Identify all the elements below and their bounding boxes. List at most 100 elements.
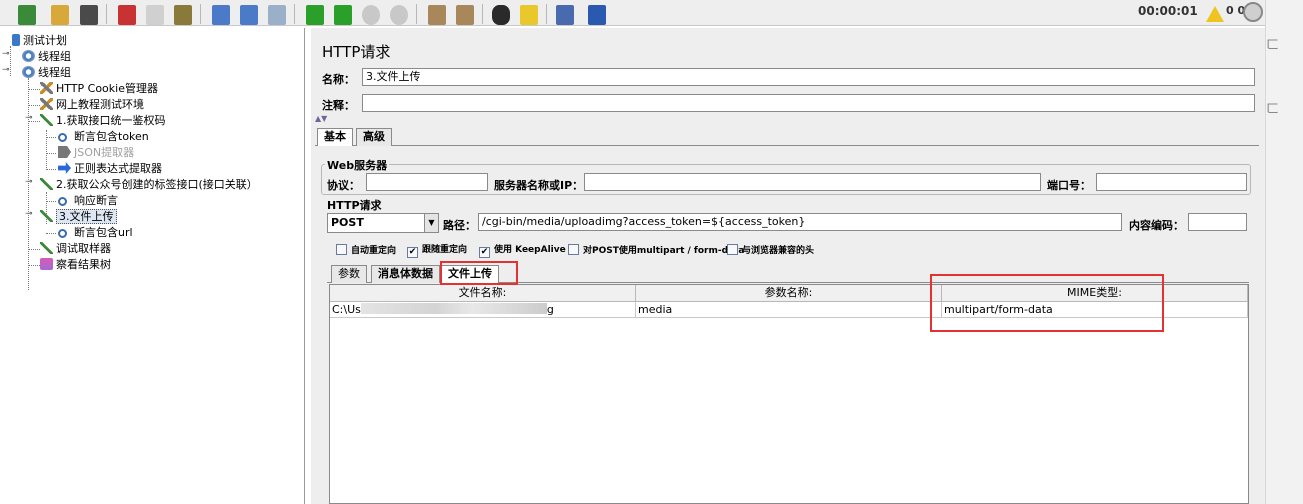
server-field[interactable] (584, 173, 1041, 191)
table-cell-param-name[interactable]: media (636, 302, 942, 318)
function-helper-icon[interactable] (556, 5, 574, 25)
tree-connector (28, 265, 40, 266)
tree-node-response-assertion[interactable]: 响应断言 (58, 193, 118, 208)
column-header-param-name[interactable]: 参数名称: (636, 285, 942, 302)
tree-node-test-env[interactable]: 网上教程测试环境 (40, 97, 144, 112)
listener-icon (40, 258, 53, 270)
config-element-icon (40, 82, 53, 94)
copy-icon[interactable] (146, 5, 164, 25)
auto-redirect-checkbox[interactable]: 自动重定向 (336, 244, 396, 258)
toolbar-separator (546, 4, 547, 24)
browser-headers-checkbox[interactable]: 与浏览器兼容的头 (727, 244, 814, 258)
collapse-toggle-icon[interactable]: ⊸ (2, 65, 10, 75)
post-processor-icon (58, 162, 71, 174)
config-element-icon (40, 98, 53, 110)
tab-advanced[interactable]: 高级 (356, 128, 392, 146)
open-icon[interactable] (51, 5, 69, 25)
cut-icon[interactable] (118, 5, 136, 25)
checkmark-icon[interactable]: ✔ (479, 247, 490, 258)
assertion-icon (58, 229, 67, 238)
multipart-checkbox[interactable]: 对POST使用multipart / form-data (568, 244, 744, 258)
redacted-path (360, 303, 547, 314)
warning-icon[interactable] (1206, 6, 1224, 22)
reset-search-icon[interactable] (520, 5, 538, 25)
clear-icon[interactable] (428, 5, 446, 25)
elapsed-time: 00:00:01 (1138, 4, 1198, 18)
save-icon[interactable] (80, 5, 98, 25)
tree-node-sampler-1[interactable]: 1.获取接口统一鉴权码 (40, 113, 166, 128)
table-cell-filename[interactable]: C:\Us g (330, 302, 636, 318)
tree-node-sampler-3[interactable]: 3.文件上传 (40, 209, 117, 224)
assertion-icon (58, 133, 67, 142)
protocol-label: 协议： (327, 179, 360, 192)
toolbar: 00:00:01 0 0/2 (0, 0, 1265, 26)
tree-node-thread-group-2[interactable]: 线程组 (22, 65, 71, 80)
path-field[interactable]: /cgi-bin/media/uploadimg?access_token=${… (478, 213, 1122, 231)
post-processor-icon (58, 146, 71, 158)
comment-label: 注释： (322, 99, 355, 112)
method-value: POST (331, 216, 364, 229)
tree-node-regex-extractor[interactable]: 正则表达式提取器 (58, 161, 162, 176)
protocol-field[interactable] (366, 173, 488, 191)
checkmark-icon[interactable]: ✔ (407, 247, 418, 258)
start-no-pause-icon[interactable] (334, 5, 352, 25)
port-field[interactable] (1096, 173, 1247, 191)
tree-node-debug-sampler[interactable]: 调试取样器 (40, 241, 111, 256)
toggle-icon[interactable] (268, 5, 286, 25)
tree-connector (10, 46, 11, 76)
tree-node-json-extractor[interactable]: JSON提取器 (58, 145, 134, 160)
background-glyph: ㄈ (1266, 102, 1280, 117)
follow-redirect-checkbox[interactable]: ✔ 跟随重定向 (407, 244, 467, 258)
collapse-toggle-icon[interactable]: ⊸ (25, 177, 33, 187)
collapse-toggle-icon[interactable]: ⊸ (25, 209, 33, 219)
stop-icon[interactable] (362, 5, 380, 25)
tab-body-data[interactable]: 消息体数据 (371, 265, 440, 283)
tree-connector (46, 169, 56, 170)
background-glyph: ㄈ (1266, 38, 1280, 53)
keepalive-checkbox[interactable]: ✔ 使用 KeepAlive (479, 244, 566, 258)
tree-node-test-plan[interactable]: 测试计划 (12, 33, 67, 48)
template-icon[interactable] (18, 5, 36, 25)
sampler-icon (40, 210, 53, 222)
encoding-field[interactable] (1188, 213, 1247, 231)
tab-parameters[interactable]: 参数 (331, 265, 367, 283)
tree-node-thread-group-1[interactable]: 线程组 (22, 49, 71, 64)
tree-node-assert-url[interactable]: 断言包含url (58, 225, 133, 240)
collapse-toggle-icon[interactable]: ⊸ (25, 113, 33, 123)
tree-connector (28, 89, 40, 90)
checkbox-box[interactable] (336, 244, 347, 255)
column-header-filename[interactable]: 文件名称: (330, 285, 636, 302)
start-icon[interactable] (306, 5, 324, 25)
clear-all-icon[interactable] (456, 5, 474, 25)
sampler-icon (40, 242, 53, 254)
panel-title: HTTP请求 (322, 43, 391, 61)
shutdown-icon[interactable] (390, 5, 408, 25)
tab-baseline (315, 145, 1259, 146)
tree-node-assert-token[interactable]: 断言包含token (58, 129, 149, 144)
collapse-icon[interactable] (240, 5, 258, 25)
tree-connector (46, 201, 56, 202)
name-label: 名称： (322, 73, 355, 86)
paste-icon[interactable] (174, 5, 192, 25)
tree-node-sampler-2[interactable]: 2.获取公众号创建的标签接口(接口关联） (40, 177, 258, 192)
chevron-down-icon[interactable]: ▼ (424, 214, 438, 232)
splitter-handle-icon[interactable]: ▲▼ (315, 114, 327, 123)
search-icon[interactable] (492, 5, 510, 25)
sampler-icon (40, 114, 53, 126)
collapse-toggle-icon[interactable]: ⊸ (2, 49, 10, 59)
tree-node-cookie-manager[interactable]: HTTP Cookie管理器 (40, 81, 158, 96)
remote-status-icon[interactable] (1243, 2, 1263, 22)
thread-group-icon (22, 66, 35, 78)
help-icon[interactable] (588, 5, 606, 25)
checkbox-box[interactable] (727, 244, 738, 255)
encoding-label: 内容编码： (1129, 219, 1184, 232)
tab-basic[interactable]: 基本 (317, 128, 353, 146)
checkbox-box[interactable] (568, 244, 579, 255)
name-field[interactable]: 3.文件上传 (362, 68, 1255, 86)
comment-field[interactable] (362, 94, 1255, 112)
toolbar-separator (294, 4, 295, 24)
toolbar-separator (106, 4, 107, 24)
expand-icon[interactable] (212, 5, 230, 25)
tree-node-results-tree[interactable]: 察看结果树 (40, 257, 111, 272)
method-select[interactable]: POST ▼ (327, 213, 439, 233)
